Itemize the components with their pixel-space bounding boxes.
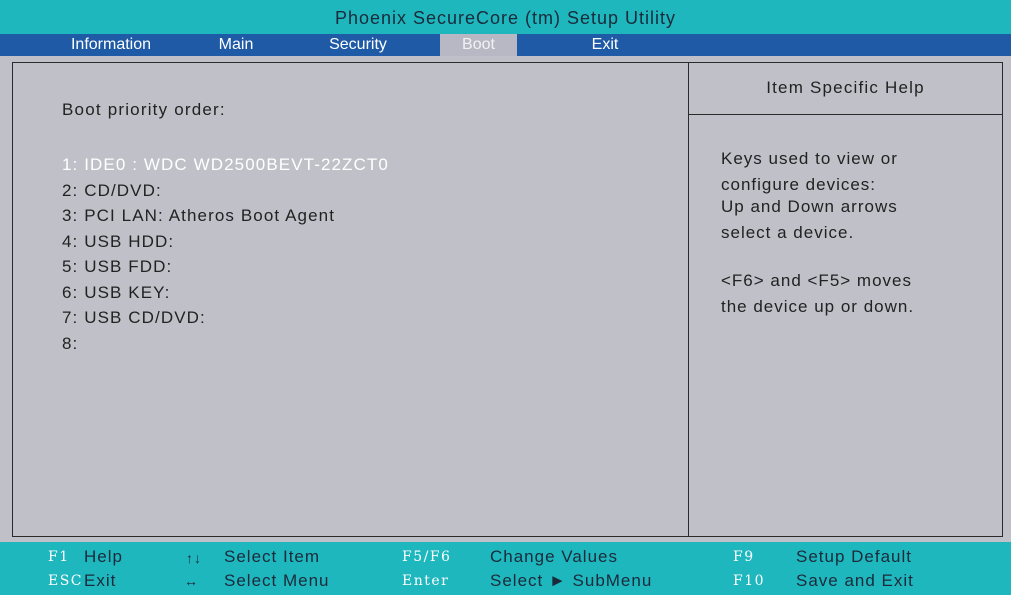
panel-divider [688,62,689,537]
help-divider [689,114,1002,115]
key-esc-desc: Exit [84,571,117,590]
boot-item-2[interactable]: 2: CD/DVD: [62,178,389,204]
menu-tab-main[interactable]: Main [205,34,267,56]
key-f5f6[interactable]: F5/F6 [402,549,451,565]
boot-priority-heading: Boot priority order: [62,100,226,119]
boot-item-4[interactable]: 4: USB HDD: [62,229,389,255]
help-text-line: Up and Down arrows [721,197,898,216]
key-enter[interactable]: Enter [402,573,449,589]
menu-tab-boot[interactable]: Boot [440,34,517,56]
boot-item-6[interactable]: 6: USB KEY: [62,280,389,306]
boot-item-1[interactable]: 1: IDE0 : WDC WD2500BEVT-22ZCT0 [62,152,389,178]
window-title: Phoenix SecureCore (tm) Setup Utility [0,0,1011,34]
boot-item-5[interactable]: 5: USB FDD: [62,254,389,280]
key-updown-desc: Select Item [224,547,321,566]
key-f9[interactable]: F9 [733,549,755,565]
boot-item-7[interactable]: 7: USB CD/DVD: [62,305,389,331]
menu-tab-exit[interactable]: Exit [575,34,635,56]
menu-tab-information[interactable]: Information [56,34,166,56]
up-down-arrows-icon: ↑↓ [186,550,202,566]
boot-priority-list: 1: IDE0 : WDC WD2500BEVT-22ZCT0 2: CD/DV… [62,152,389,356]
key-f1-desc: Help [84,547,123,566]
menu-bar: Information Main Security Boot Exit [0,34,1011,56]
key-f5f6-desc: Change Values [490,547,618,566]
key-f10-desc: Save and Exit [796,571,914,590]
key-esc[interactable]: ESC [48,573,83,589]
help-text-line: select a device. [721,223,855,242]
key-legend-footer: F1 Help ↑↓ Select Item F5/F6 Change Valu… [0,542,1011,595]
menu-tab-security[interactable]: Security [316,34,400,56]
help-text-line: the device up or down. [721,297,915,316]
key-f10[interactable]: F10 [733,573,765,589]
boot-item-3[interactable]: 3: PCI LAN: Atheros Boot Agent [62,203,389,229]
boot-item-8[interactable]: 8: [62,331,389,357]
help-title: Item Specific Help [766,78,925,97]
key-f9-desc: Setup Default [796,547,913,566]
left-right-arrow-icon: ↔ [184,573,199,589]
key-enter-desc: Select ► SubMenu [490,571,653,590]
help-text-line: Keys used to view or [721,149,898,168]
key-leftright-desc: Select Menu [224,571,330,590]
key-f1[interactable]: F1 [48,549,70,565]
help-text-line: <F6> and <F5> moves [721,271,912,290]
